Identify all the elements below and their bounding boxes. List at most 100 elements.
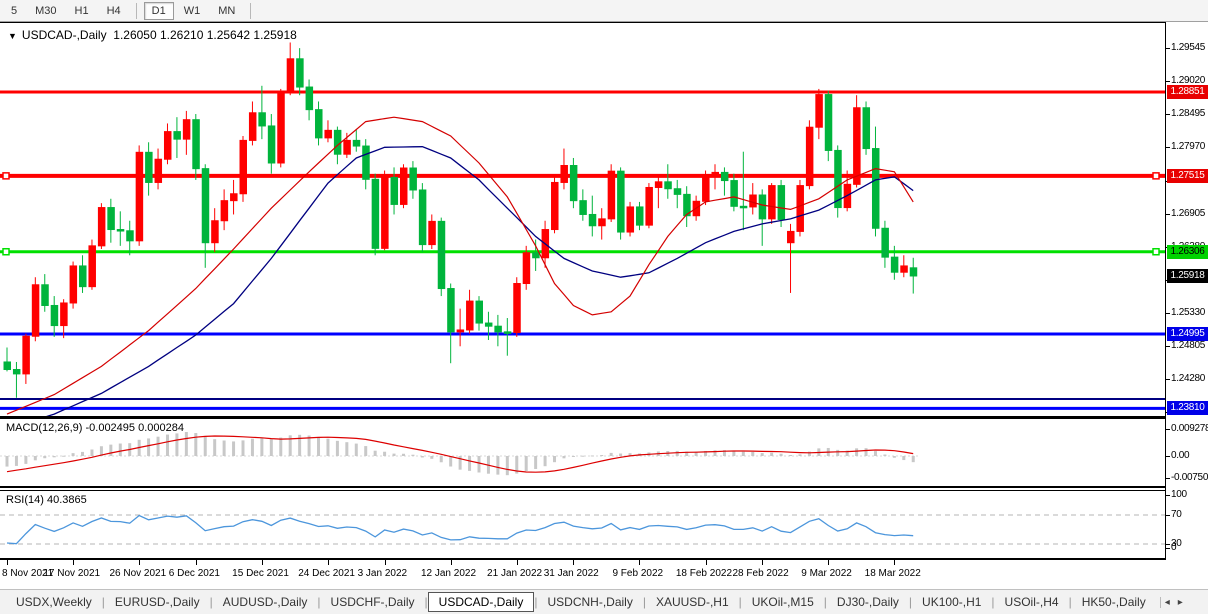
macd-histogram-bar	[279, 438, 282, 456]
trading-terminal-window: 5M30H1H4 D1W1MN ▼USDCAD-,Daily 1.26050 1.…	[0, 0, 1208, 614]
macd-label: MACD(12,26,9)	[6, 422, 82, 434]
candle-body	[429, 221, 436, 244]
chart-tab-xauusd-h1[interactable]: XAUUSD-,H1	[646, 592, 739, 612]
line-drag-handle[interactable]	[3, 249, 9, 255]
macd-histogram-bar	[855, 448, 858, 456]
rsi-axis-label: 100	[1171, 489, 1187, 500]
macd-histogram-bar	[789, 455, 792, 456]
macd-histogram-bar	[223, 440, 226, 456]
chart-tab-eurusd-daily[interactable]: EURUSD-,Daily	[105, 592, 210, 612]
price-tick-label: 1.24805	[1171, 340, 1205, 351]
macd-histogram-bar	[364, 446, 367, 456]
price-level-badge-1.28851: 1.28851	[1167, 85, 1208, 99]
chart-tab-usdcnh-daily[interactable]: USDCNH-,Daily	[537, 592, 642, 612]
candle-body	[655, 182, 662, 188]
candle-body	[325, 130, 332, 138]
price-chart-canvas[interactable]	[0, 23, 1165, 416]
line-drag-handle[interactable]	[3, 173, 9, 179]
candle-body	[580, 201, 587, 215]
candle-body	[561, 166, 568, 183]
tabs-scroll-right-icon[interactable]: ▸	[1178, 597, 1183, 608]
line-drag-handle[interactable]	[1153, 249, 1159, 255]
macd-histogram-bar	[798, 454, 801, 456]
symbol-dropdown-icon[interactable]: ▼	[8, 31, 17, 41]
chart-tab-usdx-weekly[interactable]: USDX,Weekly	[6, 592, 102, 612]
candle-body	[108, 208, 115, 230]
toolbar-separator	[250, 3, 251, 19]
axis-tick	[1166, 81, 1170, 82]
timeframe-button-h4[interactable]: H4	[99, 2, 129, 20]
chart-tab-hk50-daily[interactable]: HK50-,Daily	[1072, 592, 1156, 612]
candle-body	[589, 214, 596, 225]
candle-body	[608, 171, 615, 219]
chart-tab-usoil-h4[interactable]: USOil-,H4	[995, 592, 1069, 612]
candle-body	[146, 152, 153, 182]
timeframe-button-d1[interactable]: D1	[144, 2, 174, 20]
price-tick-label: 1.26905	[1171, 208, 1205, 219]
candle-body	[23, 336, 30, 374]
rsi-panel[interactable]: RSI(14) 40.3865	[0, 490, 1166, 560]
rsi-value: 40.3865	[47, 494, 87, 506]
candle-body	[448, 289, 455, 332]
macd-histogram-bar	[270, 439, 273, 456]
macd-histogram-bar	[147, 438, 150, 456]
candle-body	[240, 140, 247, 193]
candle-body	[98, 208, 105, 246]
tabs-scroll-left-icon[interactable]: ◂	[1165, 597, 1170, 608]
candle-body	[164, 132, 171, 160]
macd-histogram-bar	[109, 445, 112, 456]
rsi-axis-label: 0	[1171, 542, 1176, 553]
candle-body	[155, 159, 162, 182]
price-axis[interactable]: 1.295451.290201.284951.279701.274301.269…	[1166, 22, 1208, 589]
candle-body	[89, 246, 96, 287]
timeframe-button-h1[interactable]: H1	[67, 2, 97, 20]
chart-tab-audusd-daily[interactable]: AUDUSD-,Daily	[213, 592, 318, 612]
chart-tab-usdchf-daily[interactable]: USDCHF-,Daily	[321, 592, 425, 612]
macd-histogram-bar	[761, 453, 764, 456]
macd-histogram-bar	[770, 453, 773, 456]
rsi-canvas[interactable]	[0, 491, 1165, 558]
candle-body	[891, 257, 898, 272]
candle-body	[278, 92, 285, 163]
axis-tick	[1166, 48, 1170, 49]
current-price-badge: 1.25918	[1167, 269, 1208, 283]
chart-tab-dj30-daily[interactable]: DJ30-,Daily	[827, 592, 909, 612]
macd-histogram-bar	[317, 437, 320, 456]
axis-tick	[1166, 429, 1170, 430]
chart-tab-usdcad-daily[interactable]: USDCAD-,Daily	[428, 592, 535, 612]
date-axis[interactable]: 8 Nov 202117 Nov 202126 Nov 20216 Dec 20…	[0, 560, 1208, 589]
line-drag-handle[interactable]	[1153, 173, 1159, 179]
candle-body	[117, 230, 124, 232]
date-label: 6 Dec 2021	[169, 568, 220, 579]
macd-histogram-bar	[355, 444, 358, 456]
timeframe-button-5[interactable]: 5	[3, 2, 25, 20]
candle-body	[70, 266, 77, 303]
date-tick	[894, 560, 895, 565]
macd-histogram-bar	[402, 454, 405, 456]
date-tick	[73, 560, 74, 565]
price-level-badge-1.26306: 1.26306	[1167, 245, 1208, 259]
candle-body	[636, 207, 643, 225]
candle-body	[334, 130, 341, 154]
timeframe-button-w1[interactable]: W1	[176, 2, 209, 20]
candle-body	[382, 177, 389, 248]
timeframe-toolbar: 5M30H1H4 D1W1MN	[0, 0, 1208, 22]
candle-body	[127, 231, 134, 241]
date-tick	[828, 560, 829, 565]
macd-histogram-bar	[468, 456, 471, 471]
price-chart-panel[interactable]: ▼USDCAD-,Daily 1.26050 1.26210 1.25642 1…	[0, 22, 1166, 418]
macd-histogram-bar	[345, 442, 348, 456]
candle-body	[438, 221, 445, 288]
macd-histogram-bar	[242, 440, 245, 456]
chart-tab-ukoil-m15[interactable]: UKOil-,M15	[742, 592, 824, 612]
chart-tab-uk100-h1[interactable]: UK100-,H1	[912, 592, 991, 612]
macd-axis-label: 0.00	[1171, 450, 1189, 461]
timeframe-button-mn[interactable]: MN	[210, 2, 243, 20]
axis-tick	[1166, 515, 1170, 516]
macd-panel[interactable]: MACD(12,26,9) -0.002495 0.000284	[0, 418, 1166, 488]
candle-body	[485, 323, 492, 326]
candle-body	[872, 149, 879, 229]
timeframe-button-m30[interactable]: M30	[27, 2, 64, 20]
candle-body	[750, 195, 757, 207]
macd-histogram-bar	[544, 456, 547, 466]
